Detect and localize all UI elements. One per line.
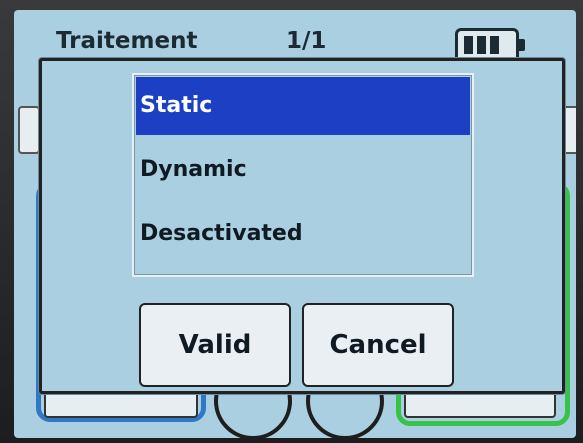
- cancel-button[interactable]: Cancel: [302, 303, 454, 387]
- valid-button[interactable]: Valid: [139, 303, 291, 387]
- screen-title: Traitement: [56, 28, 198, 54]
- left-side-tab: [18, 106, 40, 154]
- option-dynamic[interactable]: Dynamic: [136, 141, 470, 199]
- page-indicator: 1/1: [286, 28, 327, 54]
- mode-selection-dialog: Static Dynamic Desactivated Valid Cancel: [39, 58, 565, 394]
- valid-button-label: Valid: [178, 330, 252, 360]
- option-desactivated[interactable]: Desactivated: [136, 205, 470, 263]
- device-screen: Traitement 1/1 Static Dynamic Desactivat…: [14, 10, 576, 438]
- cancel-button-label: Cancel: [329, 330, 427, 360]
- option-static[interactable]: Static: [136, 77, 470, 135]
- mode-listbox[interactable]: Static Dynamic Desactivated: [132, 73, 474, 277]
